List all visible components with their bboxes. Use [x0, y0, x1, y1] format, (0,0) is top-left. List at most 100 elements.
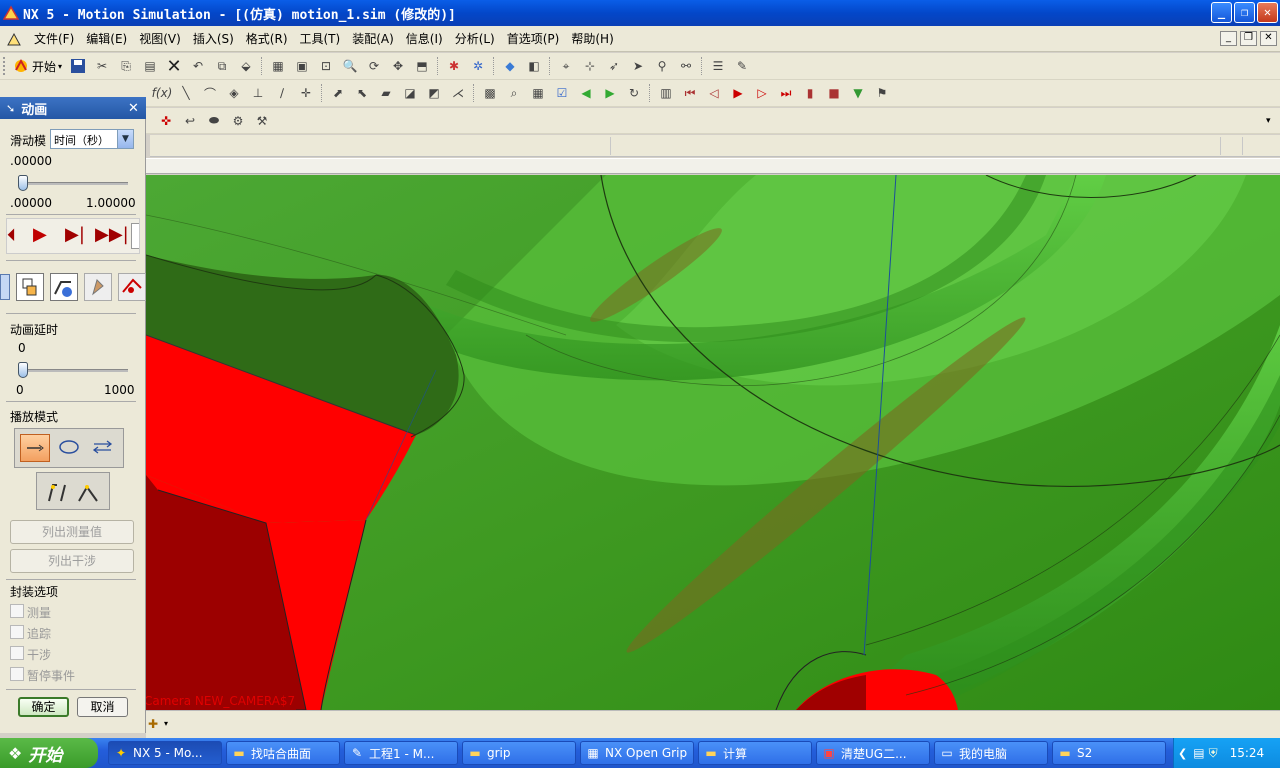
play-icon[interactable]: ▶ [728, 83, 748, 103]
selection-filter-icon[interactable]: ✚ [148, 717, 158, 731]
rotate-link-icon[interactable]: ↩ [180, 111, 200, 131]
menu-view[interactable]: 视图(V) [133, 30, 187, 47]
task-s2[interactable]: ▬ S2 [1052, 741, 1166, 765]
pause-icon[interactable]: ▮ [800, 83, 820, 103]
menu-file[interactable]: 文件(F) [28, 30, 80, 47]
pencil-icon[interactable]: ✎ [732, 56, 752, 76]
measure-checkbox[interactable] [10, 604, 24, 618]
network-icon[interactable]: ▤ [1193, 746, 1204, 760]
filter-icon[interactable]: ⌕ [504, 83, 524, 103]
menu-tools[interactable]: 工具(T) [294, 30, 347, 47]
block-icon[interactable]: ▰ [376, 83, 396, 103]
pause-icon[interactable] [131, 223, 139, 249]
pause-event-checkbox[interactable] [10, 667, 24, 681]
list-measurements-button[interactable]: 列出测量值 [10, 520, 134, 544]
revolve-icon[interactable]: ⬉ [352, 83, 372, 103]
zoom-icon[interactable]: ⊡ [316, 56, 336, 76]
line-icon[interactable]: ╲ [176, 83, 196, 103]
orientation-icon[interactable]: ◧ [524, 56, 544, 76]
layer-stack-icon[interactable]: ◈ [224, 83, 244, 103]
chevron-down-icon[interactable]: ▾ [164, 719, 168, 728]
task-pdf[interactable]: ▣ 清楚UG二... [816, 741, 930, 765]
measure-icon[interactable]: ⚲ [652, 56, 672, 76]
task-calc[interactable]: ▬ 计算 [698, 741, 812, 765]
cut-icon[interactable]: ✂ [92, 56, 112, 76]
cancel-button[interactable]: 取消 [77, 697, 128, 717]
axis-icon[interactable]: ∕ [272, 83, 292, 103]
menu-insert[interactable]: 插入(S) [187, 30, 240, 47]
grid-icon[interactable]: ▩ [480, 83, 500, 103]
step-forward-icon[interactable]: ▷ [752, 83, 772, 103]
sketch-icon[interactable]: ⌒ [200, 83, 220, 103]
joint-icon[interactable]: ⚙ [228, 111, 248, 131]
menu-information[interactable]: 信息(I) [400, 30, 449, 47]
step-back-icon[interactable]: ⏴ [7, 225, 16, 246]
trace-icon[interactable] [50, 273, 78, 301]
rewind-start-icon[interactable]: ⏮ [680, 83, 700, 103]
task-word[interactable]: ✎ 工程1 - M... [344, 741, 458, 765]
loop-icon[interactable] [55, 434, 83, 462]
trace-arc-icon[interactable] [75, 479, 103, 505]
close-icon[interactable]: ✕ [128, 101, 139, 116]
delay-slider-track[interactable] [18, 369, 128, 372]
start-menu-button[interactable]: 开始 ▾ [9, 55, 66, 77]
ping-pong-icon[interactable] [89, 434, 117, 462]
task-nx[interactable]: ✦ NX 5 - Mo... [108, 741, 222, 765]
animation-grid-icon[interactable]: ▥ [656, 83, 676, 103]
table-icon[interactable]: ▦ [528, 83, 548, 103]
magnify-icon[interactable]: 🔍 [340, 56, 360, 76]
analysis-icon[interactable]: ⚯ [676, 56, 696, 76]
palette-icon[interactable]: ✲ [468, 56, 488, 76]
play-icon[interactable]: ▶ [33, 224, 47, 245]
time-slider-thumb[interactable] [18, 175, 28, 191]
arrow-icon[interactable]: ➤ [628, 56, 648, 76]
restore-button[interactable]: ❐ [1234, 2, 1255, 23]
extrude-icon[interactable]: ⬈ [328, 83, 348, 103]
pan-icon[interactable]: ✥ [388, 56, 408, 76]
menu-analysis[interactable]: 分析(L) [449, 30, 501, 47]
interference-checkbox[interactable] [10, 646, 24, 660]
explode-icon[interactable] [84, 273, 112, 301]
security-shield-icon[interactable]: ⛨ [1209, 746, 1218, 761]
fast-forward-icon[interactable]: ▶▶| [95, 224, 129, 245]
task-folder-1[interactable]: ▬ 找咕合曲面 [226, 741, 340, 765]
trace-bar-icon[interactable] [43, 479, 71, 505]
tray-expand-icon[interactable]: ❮ [1178, 747, 1187, 760]
shaded-cube-icon[interactable]: ◆ [500, 56, 520, 76]
pin-icon[interactable]: ➘ [6, 102, 15, 115]
undo-icon[interactable]: ↶ [188, 56, 208, 76]
menu-edit[interactable]: 编辑(E) [80, 30, 133, 47]
mdi-close-button[interactable]: ✕ [1260, 31, 1277, 46]
menu-help[interactable]: 帮助(H) [565, 30, 619, 47]
menu-assembly[interactable]: 装配(A) [346, 30, 400, 47]
solid-icon[interactable]: ◩ [424, 83, 444, 103]
checklist-icon[interactable]: ☑ [552, 83, 572, 103]
vector-icon[interactable]: ➶ [604, 56, 624, 76]
plus-point-icon[interactable]: ✛ [296, 83, 316, 103]
copy-icon[interactable]: ⎘ [116, 56, 136, 76]
forward-arrow-icon[interactable]: ▶ [600, 83, 620, 103]
task-nx-open-grip[interactable]: ▦ NX Open Grip [580, 741, 694, 765]
point-icon[interactable]: ⊹ [580, 56, 600, 76]
back-arrow-icon[interactable]: ◀ [576, 83, 596, 103]
task-grip[interactable]: ▬ grip [462, 741, 576, 765]
delete-icon[interactable]: ✕ [164, 56, 184, 77]
list-interference-button[interactable]: 列出干涉 [10, 549, 134, 573]
snapshot-icon[interactable] [16, 273, 44, 301]
datum-icon[interactable]: ⊥ [248, 83, 268, 103]
snap-point-icon[interactable]: ✜ [156, 111, 176, 131]
finish-flag-icon[interactable]: ⚑ [872, 83, 892, 103]
time-slider-track[interactable] [18, 182, 128, 185]
selection-icon[interactable]: ⬙ [236, 56, 256, 76]
face-icon[interactable]: ◪ [400, 83, 420, 103]
repeat-command-icon[interactable]: ⧉ [212, 56, 232, 76]
close-button[interactable]: ✕ [1257, 2, 1278, 23]
interference-icon[interactable] [118, 273, 146, 301]
disc-icon[interactable]: ⬬ [204, 111, 224, 131]
refresh-icon[interactable]: ↻ [624, 83, 644, 103]
menu-preferences[interactable]: 首选项(P) [501, 30, 566, 47]
color-icon[interactable]: ✱ [444, 56, 464, 76]
fit-icon[interactable]: ▦ [268, 56, 288, 76]
chevron-down-icon[interactable]: ▼ [117, 130, 133, 148]
zoom-window-icon[interactable]: ▣ [292, 56, 312, 76]
